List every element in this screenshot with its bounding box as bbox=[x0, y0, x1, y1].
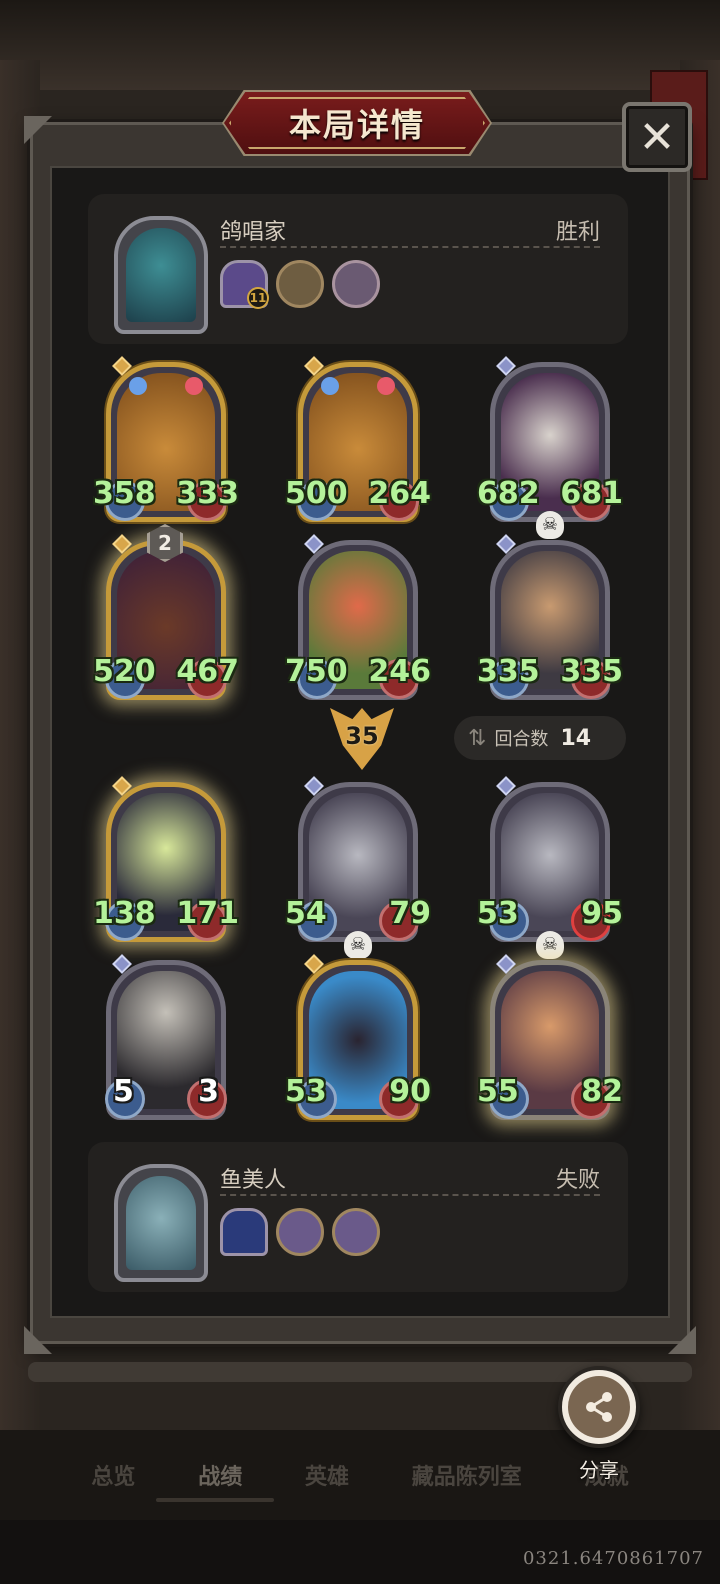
page-title: 本局详情 bbox=[288, 106, 425, 144]
health-value: 333 bbox=[176, 476, 239, 511]
winner-result: 胜利 bbox=[555, 220, 600, 245]
minion-card[interactable]: 55 82 bbox=[477, 954, 623, 1120]
tab-overview[interactable]: 总览 bbox=[91, 1459, 135, 1491]
minion-card[interactable]: 358 333 bbox=[93, 356, 239, 522]
swap-arrows-icon: ⇅ bbox=[468, 725, 487, 751]
divider bbox=[220, 246, 600, 248]
winner-hero-portrait[interactable] bbox=[114, 216, 208, 334]
minion-card[interactable]: 53 95 ☠ bbox=[477, 776, 623, 959]
hero-power-icon[interactable] bbox=[220, 1208, 268, 1256]
share-label: 分享 bbox=[579, 1458, 619, 1482]
health-value: 95 bbox=[581, 896, 623, 931]
winner-trinkets: 11 bbox=[220, 260, 380, 309]
health-value: 79 bbox=[389, 896, 431, 931]
minion-card[interactable]: 335 335 bbox=[477, 534, 623, 700]
attack-value: 682 bbox=[477, 476, 540, 511]
minion-card[interactable]: 54 79 ☠ bbox=[285, 776, 431, 959]
health-value: 681 bbox=[560, 476, 623, 511]
share-button[interactable] bbox=[558, 1366, 640, 1448]
top-background bbox=[0, 0, 720, 90]
health-value: 3 bbox=[198, 1074, 219, 1109]
health-value: 264 bbox=[368, 476, 431, 511]
round-value: 14 bbox=[560, 725, 592, 751]
attack-value: 54 bbox=[285, 896, 327, 931]
candy-icon bbox=[377, 377, 395, 395]
deathrattle-skull-icon: ☠ bbox=[536, 511, 564, 539]
attack-value: 335 bbox=[477, 654, 540, 689]
minion-card[interactable]: 682 681 ☠ bbox=[477, 356, 623, 539]
loser-trinkets bbox=[220, 1208, 380, 1256]
candy-icon bbox=[185, 377, 203, 395]
attack-value: 5 bbox=[113, 1074, 134, 1109]
attack-value: 53 bbox=[477, 896, 519, 931]
attack-value: 138 bbox=[93, 896, 156, 931]
loser-name: 鱼美人 bbox=[220, 1168, 287, 1193]
close-button[interactable]: ✕ bbox=[622, 102, 692, 172]
tab-records[interactable]: 战绩 bbox=[198, 1459, 242, 1491]
health-value: 82 bbox=[581, 1074, 623, 1109]
health-value: 171 bbox=[176, 896, 239, 931]
winner-player-row: 鸽唱家 胜利 11 bbox=[88, 194, 628, 344]
damage-value: 35 bbox=[345, 722, 379, 750]
attack-value: 500 bbox=[285, 476, 348, 511]
share-icon bbox=[568, 1376, 630, 1438]
tab-collection[interactable]: 藏品陈列室 bbox=[412, 1459, 522, 1491]
hero-power-icon[interactable]: 11 bbox=[220, 260, 269, 309]
active-tab-indicator bbox=[156, 1498, 274, 1502]
attack-value: 520 bbox=[93, 654, 156, 689]
minion-card[interactable]: 53 90 bbox=[285, 954, 431, 1120]
loser-hero-portrait[interactable] bbox=[114, 1164, 208, 1282]
blue-gem-icon bbox=[129, 377, 147, 395]
minion-card[interactable]: 520 467 bbox=[93, 534, 239, 700]
hero-power-level: 11 bbox=[247, 287, 269, 309]
divider bbox=[220, 1194, 600, 1196]
health-value: 246 bbox=[368, 654, 431, 689]
winner-name: 鸽唱家 bbox=[220, 220, 287, 245]
round-label: 回合数 bbox=[494, 729, 549, 750]
match-id: 0321.6470861707 bbox=[522, 1548, 704, 1569]
close-icon: ✕ bbox=[638, 111, 676, 163]
health-value: 335 bbox=[560, 654, 623, 689]
minion-card[interactable]: 500 264 bbox=[285, 356, 431, 522]
attack-value: 53 bbox=[285, 1074, 327, 1109]
minion-card[interactable]: 138 171 bbox=[93, 776, 239, 942]
attack-value: 750 bbox=[285, 654, 348, 689]
attack-value: 55 bbox=[477, 1074, 519, 1109]
tab-heroes[interactable]: 英雄 bbox=[305, 1459, 349, 1491]
blue-gem-icon bbox=[321, 377, 339, 395]
treasure-map-trinket-icon[interactable] bbox=[276, 260, 324, 308]
attack-value: 358 bbox=[93, 476, 156, 511]
minion-card[interactable]: 750 246 bbox=[285, 534, 431, 700]
key-trinket-icon[interactable] bbox=[332, 260, 380, 308]
minion-card[interactable]: 5 3 bbox=[105, 954, 227, 1120]
health-value: 90 bbox=[389, 1074, 431, 1109]
empty-trinket-slot-icon[interactable] bbox=[332, 1208, 380, 1256]
round-counter: ⇅ 回合数 14 bbox=[454, 716, 626, 760]
deathrattle-skull-icon: ☠ bbox=[344, 931, 372, 959]
loser-result: 失败 bbox=[555, 1168, 600, 1193]
deathrattle-skull-icon: ☠ bbox=[536, 931, 564, 959]
empty-trinket-slot-icon[interactable] bbox=[276, 1208, 324, 1256]
loser-player-row: 鱼美人 失败 bbox=[88, 1142, 628, 1292]
health-value: 467 bbox=[176, 654, 239, 689]
